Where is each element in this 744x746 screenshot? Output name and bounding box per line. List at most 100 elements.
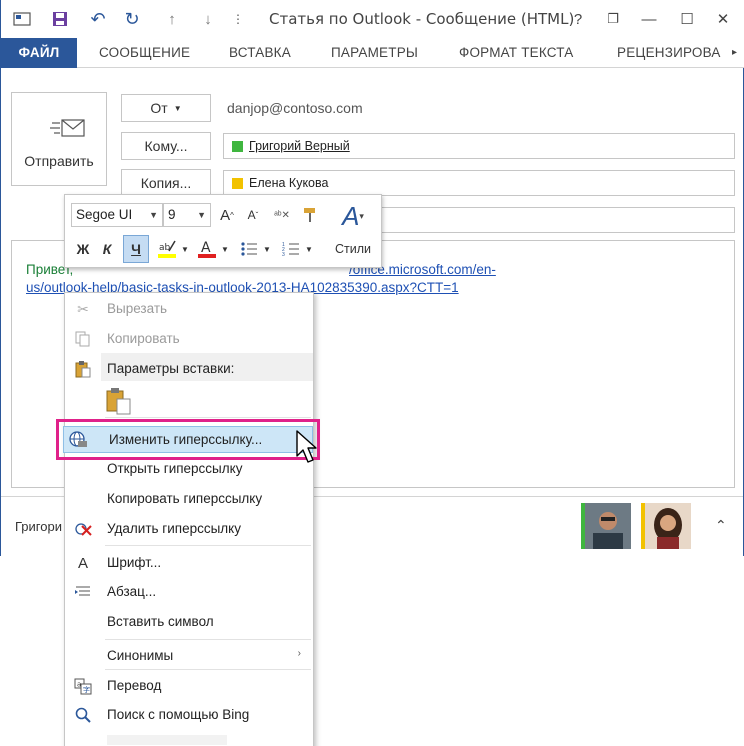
cc-recipient[interactable]: Елена Кукова bbox=[232, 176, 328, 190]
tab-review[interactable]: РЕЦЕНЗИРОВА bbox=[617, 38, 721, 68]
menu-item-copy[interactable]: Копировать bbox=[65, 325, 313, 353]
search-icon bbox=[73, 706, 93, 724]
bullets-icon[interactable] bbox=[237, 237, 261, 261]
font-name-dropdown[interactable]: Segoe UI ▼ bbox=[71, 203, 163, 227]
tabs-scroll-icon[interactable]: ▸ bbox=[732, 38, 737, 68]
mini-toolbar: Segoe UI ▼ 9 ▼ A ^ Aˇ ᵃᵇ✕ A ▾ Ж К Ч ab ▼ A… bbox=[64, 194, 382, 268]
italic-button[interactable]: К bbox=[97, 237, 117, 261]
mouse-cursor-icon bbox=[296, 430, 318, 467]
font-size-dropdown[interactable]: 9 ▼ bbox=[163, 203, 211, 227]
contact-photo-2[interactable] bbox=[641, 503, 691, 549]
chevron-down-icon[interactable]: ▼ bbox=[179, 237, 191, 261]
send-icon bbox=[50, 117, 86, 144]
edit-hyperlink-label: Изменить гиперссылку... bbox=[109, 432, 263, 447]
minimize-button[interactable]: — bbox=[637, 8, 661, 30]
font-icon: A bbox=[77, 554, 88, 572]
styles-icon[interactable]: A ▾ bbox=[331, 201, 375, 231]
chevron-down-icon: ▼ bbox=[197, 210, 206, 220]
tab-options[interactable]: ПАРАМЕТРЫ bbox=[331, 38, 418, 68]
menu-item-font[interactable]: A Шрифт... bbox=[65, 549, 313, 577]
menu-item-paragraph[interactable]: Абзац... bbox=[65, 578, 313, 606]
menu-separator bbox=[105, 669, 311, 670]
to-recipient-name: Григорий Верный bbox=[249, 139, 350, 153]
clear-format-icon[interactable]: ᵃᵇ✕ bbox=[269, 203, 295, 227]
chevron-down-icon[interactable]: ▼ bbox=[219, 237, 231, 261]
from-button[interactable]: От ▼ bbox=[121, 94, 211, 122]
svg-text:A: A bbox=[201, 240, 211, 256]
paste-keep-text-icon[interactable] bbox=[105, 387, 135, 415]
close-button[interactable]: ✕ bbox=[711, 8, 735, 30]
edit-link-icon bbox=[68, 430, 88, 453]
to-button[interactable]: Кому... bbox=[121, 132, 211, 160]
menu-item-paste-options: Параметры вставки: bbox=[65, 355, 313, 383]
svg-text:3: 3 bbox=[282, 252, 285, 257]
menu-item-remove-hyperlink[interactable]: Удалить гиперссылку bbox=[65, 515, 313, 543]
font-name-value: Segoe UI bbox=[76, 207, 133, 222]
tab-insert[interactable]: ВСТАВКА bbox=[229, 38, 291, 68]
svg-text:ab: ab bbox=[159, 243, 171, 253]
tab-message[interactable]: СООБЩЕНИЕ bbox=[99, 38, 190, 68]
down-arrow-icon[interactable]: ↓ bbox=[197, 8, 219, 30]
menu-separator bbox=[105, 417, 311, 418]
highlight-icon[interactable]: ab bbox=[155, 237, 179, 261]
up-arrow-icon[interactable]: ↑ bbox=[161, 8, 183, 30]
remove-link-icon bbox=[73, 520, 93, 538]
ribbon-tabs: ФАЙЛ СООБЩЕНИЕ ВСТАВКА ПАРАМЕТРЫ ФОРМАТ … bbox=[1, 38, 744, 68]
grow-font-button[interactable]: A ^ bbox=[217, 203, 237, 227]
presence-icon bbox=[232, 177, 243, 189]
cc-field[interactable]: Елена Кукова bbox=[223, 170, 735, 196]
ribbon-display-button[interactable]: ❐ bbox=[601, 8, 625, 30]
copy-icon bbox=[73, 330, 93, 348]
menu-item-cut[interactable]: ✂ Вырезать bbox=[65, 295, 313, 323]
maximize-button[interactable]: ☐ bbox=[675, 8, 699, 30]
from-button-label: От bbox=[150, 100, 168, 116]
presence-icon bbox=[232, 140, 243, 152]
underline-button[interactable]: Ч bbox=[123, 235, 149, 263]
to-recipient[interactable]: Григорий Верный bbox=[232, 139, 350, 153]
chevron-down-icon[interactable]: ▼ bbox=[303, 237, 315, 261]
menu-separator bbox=[105, 545, 311, 546]
bold-button[interactable]: Ж bbox=[73, 237, 93, 261]
translate-icon: a字 bbox=[73, 677, 93, 695]
tab-format-text[interactable]: ФОРМАТ ТЕКСТА bbox=[459, 38, 573, 68]
menu-item-insert-symbol[interactable]: Вставить символ bbox=[65, 608, 313, 636]
chevron-down-icon[interactable]: ▼ bbox=[261, 237, 273, 261]
chevron-down-icon: ▼ bbox=[173, 103, 182, 113]
mail-icon[interactable] bbox=[11, 8, 33, 30]
cc-recipient-name: Елена Кукова bbox=[249, 176, 329, 190]
highlight-frame: Изменить гиперссылку... bbox=[56, 419, 320, 460]
menu-item-search-bing[interactable]: Поиск с помощью Bing bbox=[65, 701, 313, 729]
shrink-font-button[interactable]: Aˇ bbox=[243, 203, 263, 227]
redo-icon[interactable]: ↻ bbox=[121, 8, 143, 30]
contact-photo-1[interactable] bbox=[581, 503, 631, 549]
to-field[interactable]: Григорий Верный bbox=[223, 133, 735, 159]
tab-file[interactable]: ФАЙЛ bbox=[1, 38, 77, 68]
chevron-up-icon[interactable]: ⌃ bbox=[715, 517, 727, 534]
customize-icon[interactable]: ⋮ bbox=[227, 8, 249, 30]
font-color-icon[interactable]: A bbox=[195, 237, 219, 261]
title-bar: ↶ ↻ ↑ ↓ ⋮ Статья по Outlook - Сообщение … bbox=[1, 0, 744, 38]
font-size-value: 9 bbox=[168, 207, 176, 222]
from-value: danjop@contoso.com bbox=[227, 100, 363, 116]
window-title: Статья по Outlook - Сообщение (HTML) bbox=[269, 10, 575, 28]
highlighted-menu-item[interactable]: Изменить гиперссылку... bbox=[63, 426, 313, 453]
scissors-icon: ✂ bbox=[77, 300, 89, 317]
people-pane-name: Григори bbox=[15, 519, 62, 534]
styles-label[interactable]: Стили bbox=[327, 237, 379, 261]
menu-item-translate[interactable]: a字 Перевод bbox=[65, 672, 313, 700]
context-menu: ✂ Вырезать Копировать Параметры вставки:… bbox=[64, 292, 314, 746]
send-button[interactable]: Отправить bbox=[11, 92, 107, 186]
format-painter-icon[interactable] bbox=[297, 203, 323, 227]
chevron-down-icon: ▼ bbox=[149, 210, 158, 220]
help-button[interactable]: ? bbox=[566, 8, 590, 30]
chevron-right-icon: › bbox=[297, 648, 301, 659]
save-icon[interactable] bbox=[49, 8, 71, 30]
svg-text:字: 字 bbox=[83, 685, 90, 694]
numbering-icon[interactable]: 123 bbox=[279, 237, 303, 261]
menu-item-synonyms[interactable]: Синонимы › bbox=[65, 642, 313, 670]
menu-separator bbox=[105, 639, 311, 640]
cc-button[interactable]: Копия... bbox=[121, 169, 211, 197]
undo-icon[interactable]: ↶ bbox=[87, 8, 109, 30]
menu-item-copy-hyperlink[interactable]: Копировать гиперссылку bbox=[65, 485, 313, 513]
menu-item-truncated[interactable] bbox=[65, 729, 313, 746]
